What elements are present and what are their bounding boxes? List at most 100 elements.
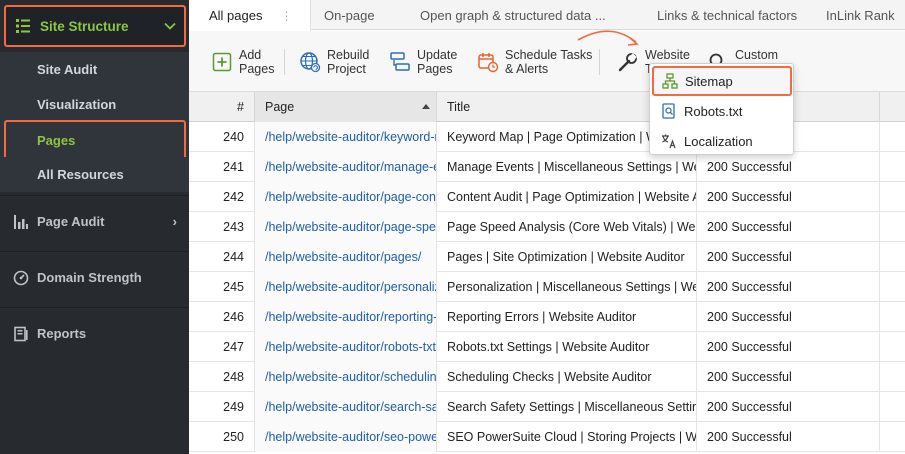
sort-ascending-icon: [422, 104, 430, 109]
tab-open-graph[interactable]: Open graph & structured data ...: [420, 0, 606, 30]
translate-icon: [661, 133, 677, 149]
response-code-cell: 200 Successful: [697, 182, 880, 212]
tab-on-page[interactable]: On-page: [324, 0, 375, 30]
tab-label: Open graph & structured data ...: [420, 7, 606, 23]
page-title-cell: Manage Events | Miscellaneous Settings |…: [437, 152, 697, 182]
page-url-link[interactable]: /help/website-auditor/reporting-errors/: [255, 302, 437, 332]
column-header-page[interactable]: Page: [255, 92, 437, 122]
row-number: 245: [189, 272, 255, 302]
sitemap-icon: [662, 73, 678, 89]
sidebar-item-label: Pages: [37, 132, 76, 148]
page-url-link[interactable]: /help/website-auditor/robots-txt/: [255, 332, 437, 362]
page-url-link[interactable]: /help/website-auditor/manage-events/: [255, 152, 437, 182]
sidebar-section-site-structure[interactable]: Site Structure: [4, 5, 186, 47]
response-code-cell: 200 Successful: [697, 362, 880, 392]
page-title-cell: Robots.txt Settings | Website Auditor: [437, 332, 697, 362]
page-url-link[interactable]: /help/website-auditor/pages/: [255, 242, 437, 272]
table-row[interactable]: 246/help/website-auditor/reporting-error…: [189, 302, 905, 332]
page-url-link[interactable]: /help/website-auditor/scheduling-checks/: [255, 362, 437, 392]
table-row[interactable]: 249/help/website-auditor/search-safety/S…: [189, 392, 905, 422]
sidebar-item-label: Reports: [37, 326, 87, 341]
sidebar-item-label: Visualization: [37, 97, 117, 112]
response-code-cell: 200 Successful: [697, 392, 880, 422]
update-pages-icon: [389, 51, 411, 73]
column-header-label: Page: [265, 100, 295, 114]
tab-label: All pages: [209, 8, 263, 23]
page-url-link[interactable]: /help/website-auditor/keyword-map/: [255, 122, 437, 152]
tab-label: InLink Rank: [826, 7, 895, 23]
table-row[interactable]: 242/help/website-auditor/page-content-au…: [189, 182, 905, 212]
table-row[interactable]: 250/help/website-auditor/seo-powersuite-…: [189, 422, 905, 452]
page-url-link[interactable]: /help/website-auditor/personalization/: [255, 272, 437, 302]
row-number: 247: [189, 332, 255, 362]
sidebar-item-page-audit[interactable]: Page Audit ›: [0, 195, 189, 247]
response-code-cell: 200 Successful: [697, 152, 880, 182]
sidebar-item-label: All Resources: [37, 167, 124, 182]
page-url-link[interactable]: /help/website-auditor/page-content-audit…: [255, 182, 437, 212]
site-structure-icon: [14, 17, 32, 35]
robots-file-icon: [661, 103, 677, 119]
tab-label: On-page: [324, 7, 375, 23]
table-row[interactable]: 241/help/website-auditor/manage-events/M…: [189, 152, 905, 182]
tab-inlink-rank[interactable]: InLink Rank: [826, 0, 895, 30]
chevron-down-icon: [162, 18, 178, 34]
column-header-number[interactable]: #: [189, 92, 255, 122]
toolbar-divider: [284, 49, 285, 75]
page-title-cell: Pages | Site Optimization | Website Audi…: [437, 242, 697, 272]
sidebar-item-label: Page Audit: [37, 214, 105, 229]
response-code-cell: 200 Successful: [697, 272, 880, 302]
tab-options-icon[interactable]: ⋮: [280, 9, 292, 23]
response-code-cell: 200 Successful: [697, 242, 880, 272]
menu-item-sitemap[interactable]: Sitemap: [652, 66, 792, 96]
pages-table: # Page Title Response code 240/help/webs…: [189, 92, 905, 454]
add-pages-button[interactable]: Add Pages: [211, 45, 274, 79]
update-pages-button[interactable]: Update Pages: [389, 45, 457, 79]
schedule-icon: [477, 51, 499, 73]
row-number: 243: [189, 212, 255, 242]
rebuild-project-button[interactable]: Rebuild Project: [299, 45, 369, 79]
table-row[interactable]: 247/help/website-auditor/robots-txt/Robo…: [189, 332, 905, 362]
sidebar-item-all-resources[interactable]: All Resources: [0, 157, 189, 192]
button-label: Add Pages: [239, 48, 275, 76]
toolbar-divider: [599, 49, 600, 75]
sidebar-item-pages[interactable]: Pages: [4, 120, 186, 160]
sidebar-item-site-audit[interactable]: Site Audit: [0, 52, 189, 87]
reports-icon: [12, 325, 30, 343]
row-number: 244: [189, 242, 255, 272]
sidebar-item-reports[interactable]: Reports: [0, 307, 189, 359]
row-number: 249: [189, 392, 255, 422]
table-row[interactable]: 244/help/website-auditor/pages/Pages | S…: [189, 242, 905, 272]
response-code-cell: 200 Successful: [697, 332, 880, 362]
page-url-link[interactable]: /help/website-auditor/search-safety/: [255, 392, 437, 422]
schedule-tasks-button[interactable]: Schedule Tasks & Alerts: [477, 45, 592, 79]
sidebar-item-domain-strength[interactable]: Domain Strength: [0, 251, 189, 303]
sidebar-item-visualization[interactable]: Visualization: [0, 87, 189, 122]
button-label: Schedule Tasks & Alerts: [505, 48, 593, 76]
table-row[interactable]: 243/help/website-auditor/page-speed/Page…: [189, 212, 905, 242]
page-title-cell: Content Audit | Page Optimization | Webs…: [437, 182, 697, 212]
page-title-cell: Page Speed Analysis (Core Web Vitals) | …: [437, 212, 697, 242]
tab-bar: All pages ⋮ On-page Open graph & structu…: [189, 0, 905, 31]
row-number: 246: [189, 302, 255, 332]
website-tools-menu: Sitemap Robots.txt Localization: [649, 63, 794, 155]
menu-item-localization[interactable]: Localization: [651, 126, 792, 156]
page-url-link[interactable]: /help/website-auditor/seo-powersuite-clo…: [255, 422, 437, 452]
tab-all-pages[interactable]: All pages ⋮: [189, 0, 311, 31]
sidebar-section-label: Site Structure: [40, 18, 129, 34]
table-header: # Page Title Response code: [189, 92, 905, 122]
tab-links-technical[interactable]: Links & technical factors: [657, 0, 797, 30]
row-number: 241: [189, 152, 255, 182]
menu-item-label: Robots.txt: [684, 103, 743, 119]
table-row[interactable]: 245/help/website-auditor/personalization…: [189, 272, 905, 302]
page-title-cell: Scheduling Checks | Website Auditor: [437, 362, 697, 392]
wrench-icon: [617, 51, 639, 73]
row-number: 242: [189, 182, 255, 212]
sidebar: Site Structure Site Audit Visualization …: [0, 0, 189, 454]
table-row[interactable]: 240/help/website-auditor/keyword-map/Key…: [189, 122, 905, 152]
page-title-cell: Reporting Errors | Website Auditor: [437, 302, 697, 332]
table-row[interactable]: 248/help/website-auditor/scheduling-chec…: [189, 362, 905, 392]
page-url-link[interactable]: /help/website-auditor/page-speed/: [255, 212, 437, 242]
page-audit-icon: [12, 213, 30, 231]
menu-item-robots-txt[interactable]: Robots.txt: [651, 96, 792, 126]
button-label: Rebuild Project: [327, 48, 370, 76]
